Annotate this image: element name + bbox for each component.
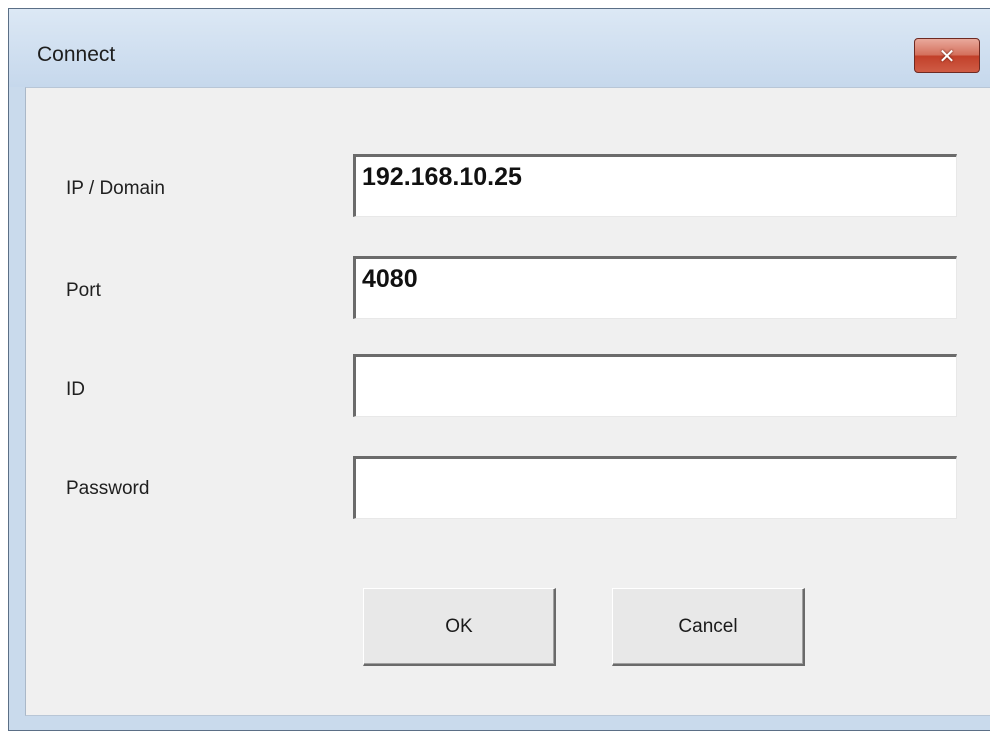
- connect-dialog: Connect ✕ IP / Domain 192.168.10.25 Port…: [8, 8, 990, 731]
- port-label: Port: [66, 280, 101, 301]
- port-input[interactable]: 4080: [353, 256, 957, 319]
- id-input[interactable]: [353, 354, 957, 417]
- window-title: Connect: [37, 43, 116, 66]
- ip-domain-label: IP / Domain: [66, 178, 165, 199]
- ok-button[interactable]: OK: [363, 588, 556, 666]
- password-input[interactable]: [353, 456, 957, 519]
- ok-button-label: OK: [445, 615, 473, 637]
- dialog-body: IP / Domain 192.168.10.25 Port 4080 ID P…: [25, 87, 990, 716]
- password-label: Password: [66, 478, 150, 499]
- cancel-button[interactable]: Cancel: [612, 588, 805, 666]
- id-label: ID: [66, 379, 85, 400]
- close-icon: ✕: [938, 43, 956, 68]
- title-bar[interactable]: Connect ✕: [9, 9, 990, 87]
- cancel-button-label: Cancel: [678, 615, 738, 637]
- close-button[interactable]: ✕: [914, 38, 980, 73]
- ip-domain-input[interactable]: 192.168.10.25: [353, 154, 957, 217]
